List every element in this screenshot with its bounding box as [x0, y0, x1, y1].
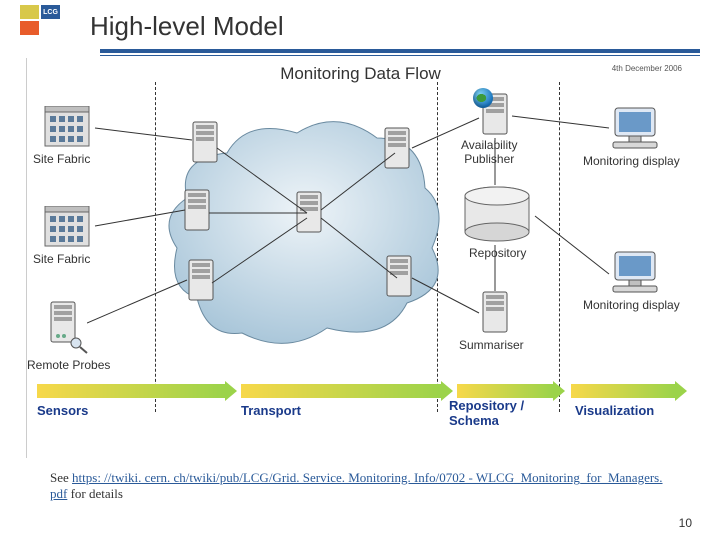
site-fabric-icon [41, 106, 93, 148]
footer-see: See [50, 470, 72, 485]
diagram-title: Monitoring Data Flow [27, 64, 694, 84]
stage-arrow [457, 384, 553, 398]
site-fabric-label: Site Fabric [33, 152, 90, 166]
probe-magnifier-icon [69, 336, 89, 354]
title-rule [100, 49, 700, 53]
stage-visualization-label: Visualization [575, 403, 654, 418]
stage-sensors-label: Sensors [37, 403, 88, 418]
monitoring-display-icon [611, 106, 659, 150]
display-lines [507, 106, 617, 306]
left-lines [87, 118, 197, 368]
stage-arrow [37, 384, 225, 398]
site-fabric-icon [41, 206, 93, 248]
diagram-date: 4th December 2006 [612, 64, 682, 73]
cloud-lines [157, 98, 447, 358]
monitoring-display-icon [611, 250, 659, 294]
stage-transport-label: Transport [241, 403, 301, 418]
slide: LCG High-level Model Monitoring Data Flo… [0, 0, 720, 540]
page-number: 10 [679, 516, 692, 530]
slide-header: LCG High-level Model [0, 0, 720, 47]
site-fabric-label: Site Fabric [33, 252, 90, 266]
right-lines [407, 113, 497, 343]
globe-icon [473, 88, 493, 108]
footer-suffix: for details [67, 486, 123, 501]
footer-text: See https: //twiki. cern. ch/twiki/pub/L… [50, 470, 670, 502]
lcg-logo: LCG [20, 5, 76, 47]
stage-arrow [241, 384, 441, 398]
stage-repository-schema-label: Repository / Schema [449, 399, 524, 428]
diagram-container: Monitoring Data Flow 4th December 2006 [26, 58, 694, 458]
title-thin-rule [100, 55, 700, 56]
stage-arrow [571, 384, 675, 398]
footer-link[interactable]: https: //twiki. cern. ch/twiki/pub/LCG/G… [50, 470, 663, 501]
slide-title: High-level Model [90, 11, 284, 42]
